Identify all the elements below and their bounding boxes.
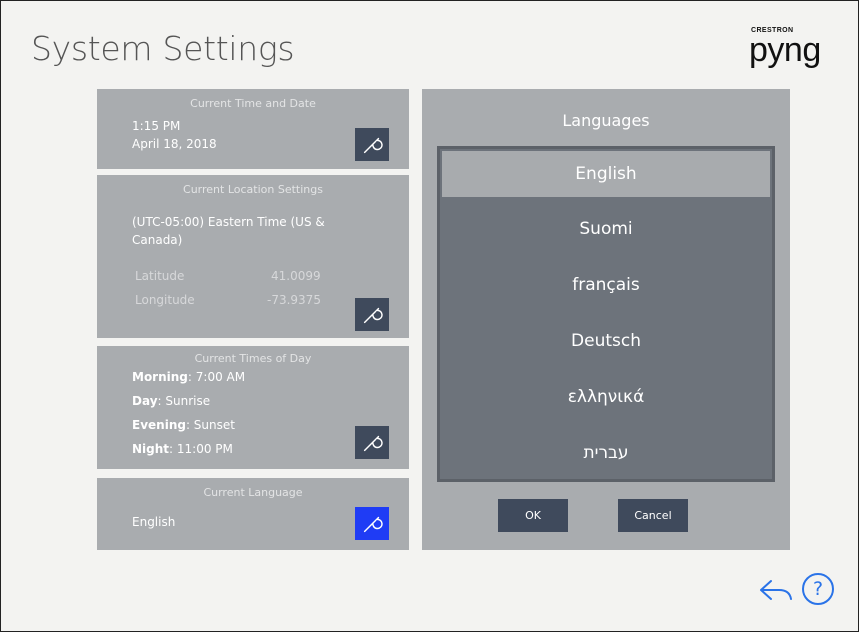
page-title: System Settings — [31, 29, 295, 68]
edit-time-button[interactable] — [355, 128, 389, 161]
language-heading: Current Language — [203, 486, 303, 499]
edit-location-button[interactable] — [355, 298, 389, 331]
location-heading: Current Location Settings — [183, 183, 323, 196]
location-card: Current Location Settings (UTC-05:00) Ea… — [97, 175, 409, 338]
language-option-hebrew[interactable]: עברית — [442, 430, 770, 476]
longitude-value: -73.9375 — [267, 293, 321, 307]
day-label: Day — [132, 394, 158, 408]
back-arrow-icon — [760, 580, 792, 600]
languages-list[interactable]: English Suomi français Deutsch ελληνικά … — [437, 146, 775, 482]
current-time: 1:15 PM — [132, 119, 181, 133]
help-button[interactable]: ? — [802, 573, 834, 605]
language-option-suomi[interactable]: Suomi — [442, 206, 770, 252]
language-option-greek[interactable]: ελληνικά — [442, 374, 770, 420]
languages-title: Languages — [562, 111, 650, 130]
morning-label: Morning — [132, 370, 188, 384]
timezone-line2: Canada) — [132, 233, 183, 247]
edit-times-button[interactable] — [355, 426, 389, 459]
timezone-line1: (UTC-05:00) Eastern Time (US & — [132, 215, 325, 229]
wrench-icon — [363, 516, 383, 532]
night-row: Night: 11:00 PM — [132, 442, 233, 456]
night-value: : 11:00 PM — [169, 442, 233, 456]
evening-row: Evening: Sunset — [132, 418, 235, 432]
wrench-icon — [363, 435, 383, 451]
wrench-icon — [363, 137, 383, 153]
latitude-label: Latitude — [135, 269, 185, 283]
language-card: Current Language English — [97, 478, 409, 550]
evening-label: Evening — [132, 418, 186, 432]
time-date-card: Current Time and Date 1:15 PM April 18, … — [97, 89, 409, 169]
time-date-heading: Current Time and Date — [190, 97, 316, 110]
language-option-english[interactable]: English — [442, 151, 770, 197]
morning-row: Morning: 7:00 AM — [132, 370, 245, 384]
back-button[interactable] — [759, 579, 793, 605]
current-date: April 18, 2018 — [132, 137, 217, 151]
languages-panel: Languages English Suomi français Deutsch… — [422, 89, 790, 550]
logo-brand-big: pyng — [749, 31, 821, 69]
day-row: Day: Sunrise — [132, 394, 210, 408]
language-option-francais[interactable]: français — [442, 262, 770, 308]
ok-button[interactable]: OK — [498, 499, 568, 532]
help-icon: ? — [812, 578, 824, 600]
wrench-icon — [363, 307, 383, 323]
times-of-day-heading: Current Times of Day — [194, 352, 312, 365]
cancel-button[interactable]: Cancel — [618, 499, 688, 532]
day-value: : Sunrise — [157, 394, 211, 408]
latitude-value: 41.0099 — [271, 269, 321, 283]
crestron-pyng-logo: CRESTRON pyng — [749, 27, 839, 69]
current-language: English — [132, 515, 176, 529]
morning-value: : 7:00 AM — [187, 370, 246, 384]
evening-value: : Sunset — [185, 418, 235, 432]
edit-language-button[interactable] — [355, 507, 389, 540]
longitude-label: Longitude — [135, 293, 195, 307]
language-option-deutsch[interactable]: Deutsch — [442, 318, 770, 364]
times-of-day-card: Current Times of Day Morning: 7:00 AM Da… — [97, 346, 409, 469]
night-label: Night — [132, 442, 170, 456]
